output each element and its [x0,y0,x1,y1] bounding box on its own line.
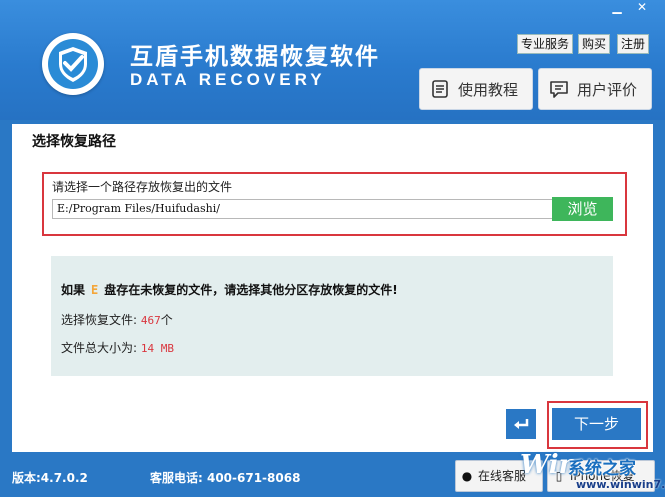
path-input[interactable]: E:/Program Files/Huifudashi/ [52,199,553,219]
file-count-value: 467 [140,314,161,327]
next-button[interactable]: 下一步 [552,408,641,440]
watermark: Win 系统之家 www.winwin7.com [488,448,665,497]
buy-link[interactable]: 购买 [578,34,611,54]
app-title: 互盾手机数据恢复软件 [130,44,380,70]
path-selection-box: 请选择一个路径存放恢复出的文件 E:/Program Files/Huifuda… [42,172,627,236]
app-subtitle: DATA RECOVERY [130,70,326,89]
next-button-highlight: 下一步 [547,401,648,449]
shield-check-icon [48,39,98,89]
watermark-url: www.winwin7.com [576,478,665,491]
warning-suffix: 盘存在未恢复的文件，请选择其他分区存放恢复的文件! [104,283,398,297]
version-label: 版本:4.7.0.2 [12,471,88,485]
back-button[interactable] [506,409,536,439]
file-count-unit: 个 [160,313,173,327]
back-arrow-icon [514,419,529,429]
watermark-text: 系统之家 [568,459,636,479]
warning-prefix: 如果 [61,283,86,297]
service-phone: 客服电话: 400-671-8068 [150,471,301,485]
penguin-icon: ● [461,469,473,483]
pro-service-link[interactable]: 专业服务 [517,34,574,54]
main-panel: 选择恢复路径 请选择一个路径存放恢复出的文件 E:/Program Files/… [12,124,653,452]
path-label: 请选择一个路径存放恢复出的文件 [52,180,233,194]
minimize-button[interactable]: ▁ [605,0,629,16]
document-icon [432,80,448,98]
total-size-label: 文件总大小为: [61,341,138,355]
file-count-line: 选择恢复文件: 467个 [61,311,173,328]
info-box: 如果 E 盘存在未恢复的文件，请选择其他分区存放恢复的文件! 选择恢复文件: 467… [51,256,613,376]
close-button[interactable]: ✕ [630,0,654,16]
total-size-value: 14 MB [140,342,174,355]
app-header: 互盾手机数据恢复软件 DATA RECOVERY ▁ ✕ 专业服务 购买 注册 … [0,0,665,120]
drive-letter: E [91,283,99,297]
section-title: 选择恢复路径 [32,134,116,150]
drive-warning: 如果 E 盘存在未恢复的文件，请选择其他分区存放恢复的文件! [61,281,398,298]
user-review-label: 用户评价 [577,80,638,99]
total-size-line: 文件总大小为: 14 MB [61,339,174,356]
user-review-button[interactable]: 用户评价 [538,68,652,110]
tutorial-label: 使用教程 [458,80,519,99]
tutorial-button[interactable]: 使用教程 [419,68,533,110]
file-count-label: 选择恢复文件: [61,313,138,327]
comment-icon [550,81,568,98]
register-link[interactable]: 注册 [617,34,650,54]
app-logo [42,33,104,95]
browse-button[interactable]: 浏览 [552,197,613,221]
